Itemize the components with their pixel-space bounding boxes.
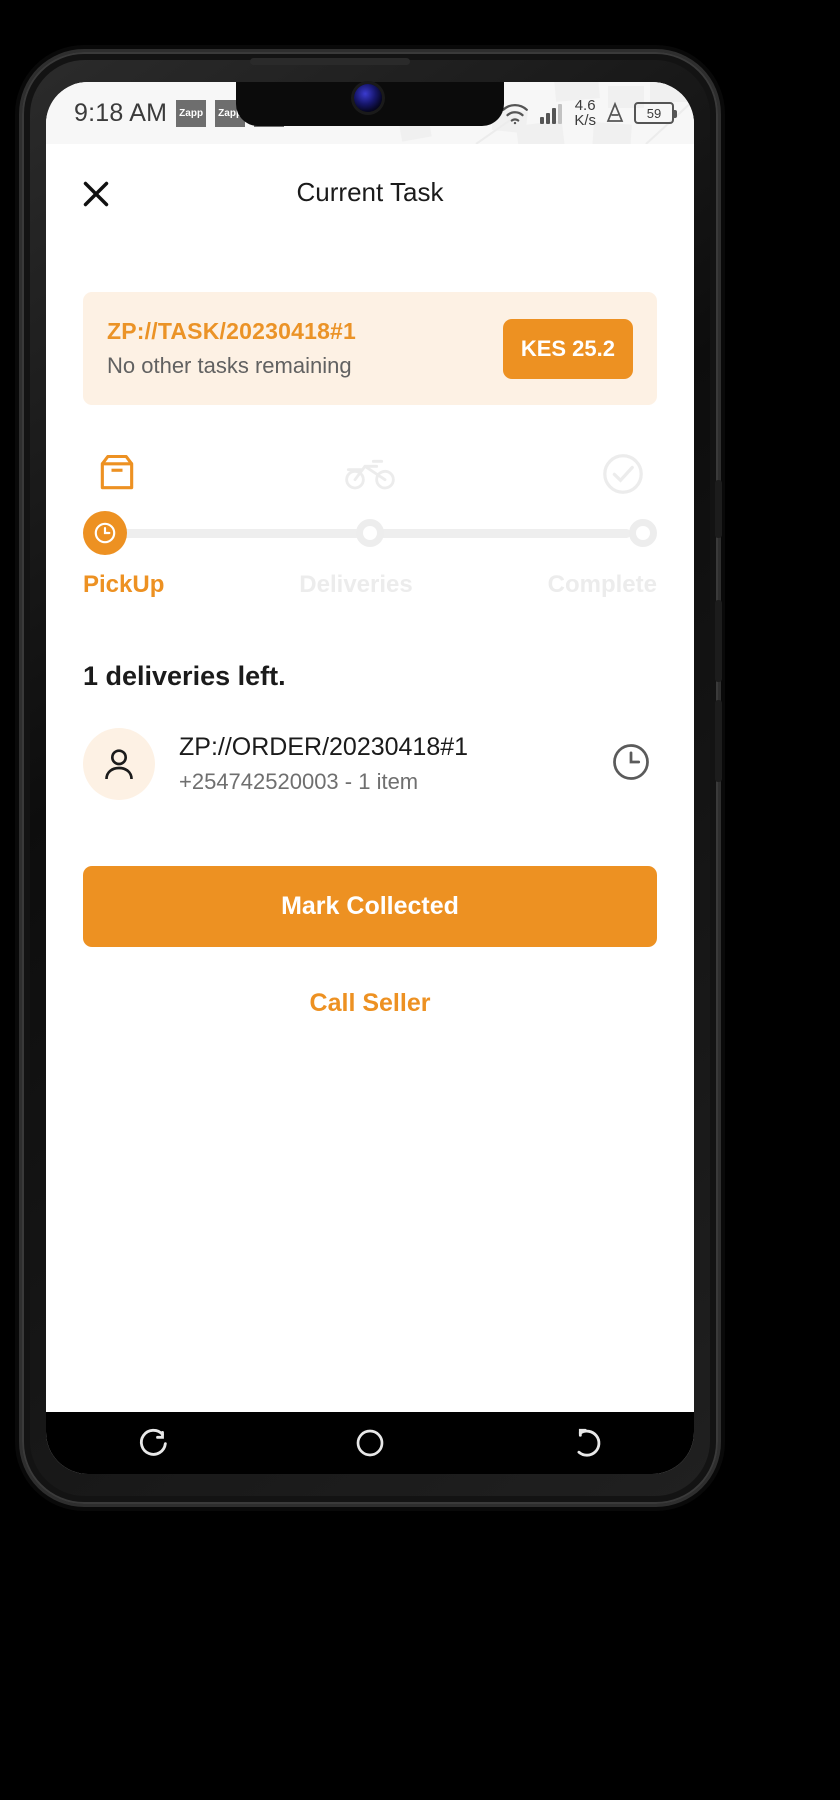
- stepper-node-pickup[interactable]: [83, 511, 127, 555]
- close-icon: [83, 181, 109, 207]
- battery-icon: 59: [634, 102, 677, 124]
- zapp-notification-1[interactable]: Zapp: [176, 99, 207, 127]
- stepper-node-complete[interactable]: [629, 519, 657, 547]
- signal-icon: [540, 104, 563, 124]
- recents-icon: [139, 1428, 167, 1456]
- call-seller-button[interactable]: Call Seller: [310, 989, 431, 1018]
- avatar: [83, 728, 155, 800]
- order-list: ZP://ORDER/20230418#1 +254742520003 - 1 …: [83, 728, 657, 800]
- phone-screen: 9:18 AM Zapp Zapp 4.6 K/s 59 Current Tas…: [46, 82, 694, 1474]
- recents-button[interactable]: [124, 1420, 184, 1466]
- task-card-texts: ZP://TASK/20230418#1 No other tasks rema…: [107, 318, 503, 379]
- volume-up-button[interactable]: [715, 600, 722, 682]
- order-details: +254742520003 - 1 item: [179, 769, 419, 794]
- android-nav-bar: [46, 1412, 694, 1474]
- battery-level: 59: [646, 105, 662, 121]
- network-speed-unit: K/s: [574, 112, 596, 129]
- back-icon: [577, 1428, 601, 1457]
- task-subtitle: No other tasks remaining: [107, 353, 352, 378]
- deliveries-heading: 1 deliveries left.: [83, 661, 286, 691]
- close-button[interactable]: [74, 172, 118, 216]
- stepper-labels: PickUp Deliveries Complete: [83, 571, 657, 599]
- motorbike-icon: [344, 451, 396, 497]
- mark-collected-button[interactable]: Mark Collected: [83, 866, 657, 947]
- network-speed: 4.6 K/s: [574, 98, 596, 128]
- stepper-label-complete: Complete: [547, 571, 657, 598]
- page-title: Current Task: [296, 176, 444, 207]
- stepper-node-deliveries[interactable]: [356, 519, 384, 547]
- stepper-track: [83, 511, 657, 555]
- status-clock: 9:18 AM: [74, 98, 168, 127]
- power-button[interactable]: [715, 480, 722, 538]
- task-id: ZP://TASK/20230418#1: [107, 318, 357, 344]
- order-status-clock-icon[interactable]: [609, 740, 653, 789]
- box-icon: [91, 451, 143, 497]
- order-id: ZP://ORDER/20230418#1: [179, 733, 469, 761]
- clock-icon: [94, 522, 116, 544]
- check-circle-icon: [597, 451, 649, 497]
- app-content: Current Task ZP://TASK/20230418#1 No oth…: [46, 144, 694, 1412]
- task-amount-badge: KES 25.2: [502, 318, 633, 379]
- wifi-icon: [502, 103, 529, 125]
- home-button[interactable]: [340, 1420, 400, 1466]
- order-texts: ZP://ORDER/20230418#1 +254742520003 - 1 …: [179, 733, 609, 795]
- stepper-label-pickup: PickUp: [83, 571, 165, 598]
- task-card[interactable]: ZP://TASK/20230418#1 No other tasks rema…: [83, 292, 657, 405]
- back-button[interactable]: [556, 1420, 616, 1466]
- vibrate-icon: [606, 101, 624, 122]
- front-camera: [354, 84, 382, 112]
- earpiece-speaker: [250, 58, 410, 65]
- person-icon: [105, 749, 133, 780]
- stepper-icons: [83, 451, 657, 497]
- home-circle-icon: [356, 1429, 384, 1457]
- stepper-label-deliveries: Deliveries: [299, 571, 413, 598]
- order-list-item[interactable]: ZP://ORDER/20230418#1 +254742520003 - 1 …: [83, 728, 657, 800]
- volume-down-button[interactable]: [715, 700, 722, 782]
- task-progress-stepper: PickUp Deliveries Complete: [83, 451, 657, 599]
- app-bar: Current Task: [46, 144, 694, 240]
